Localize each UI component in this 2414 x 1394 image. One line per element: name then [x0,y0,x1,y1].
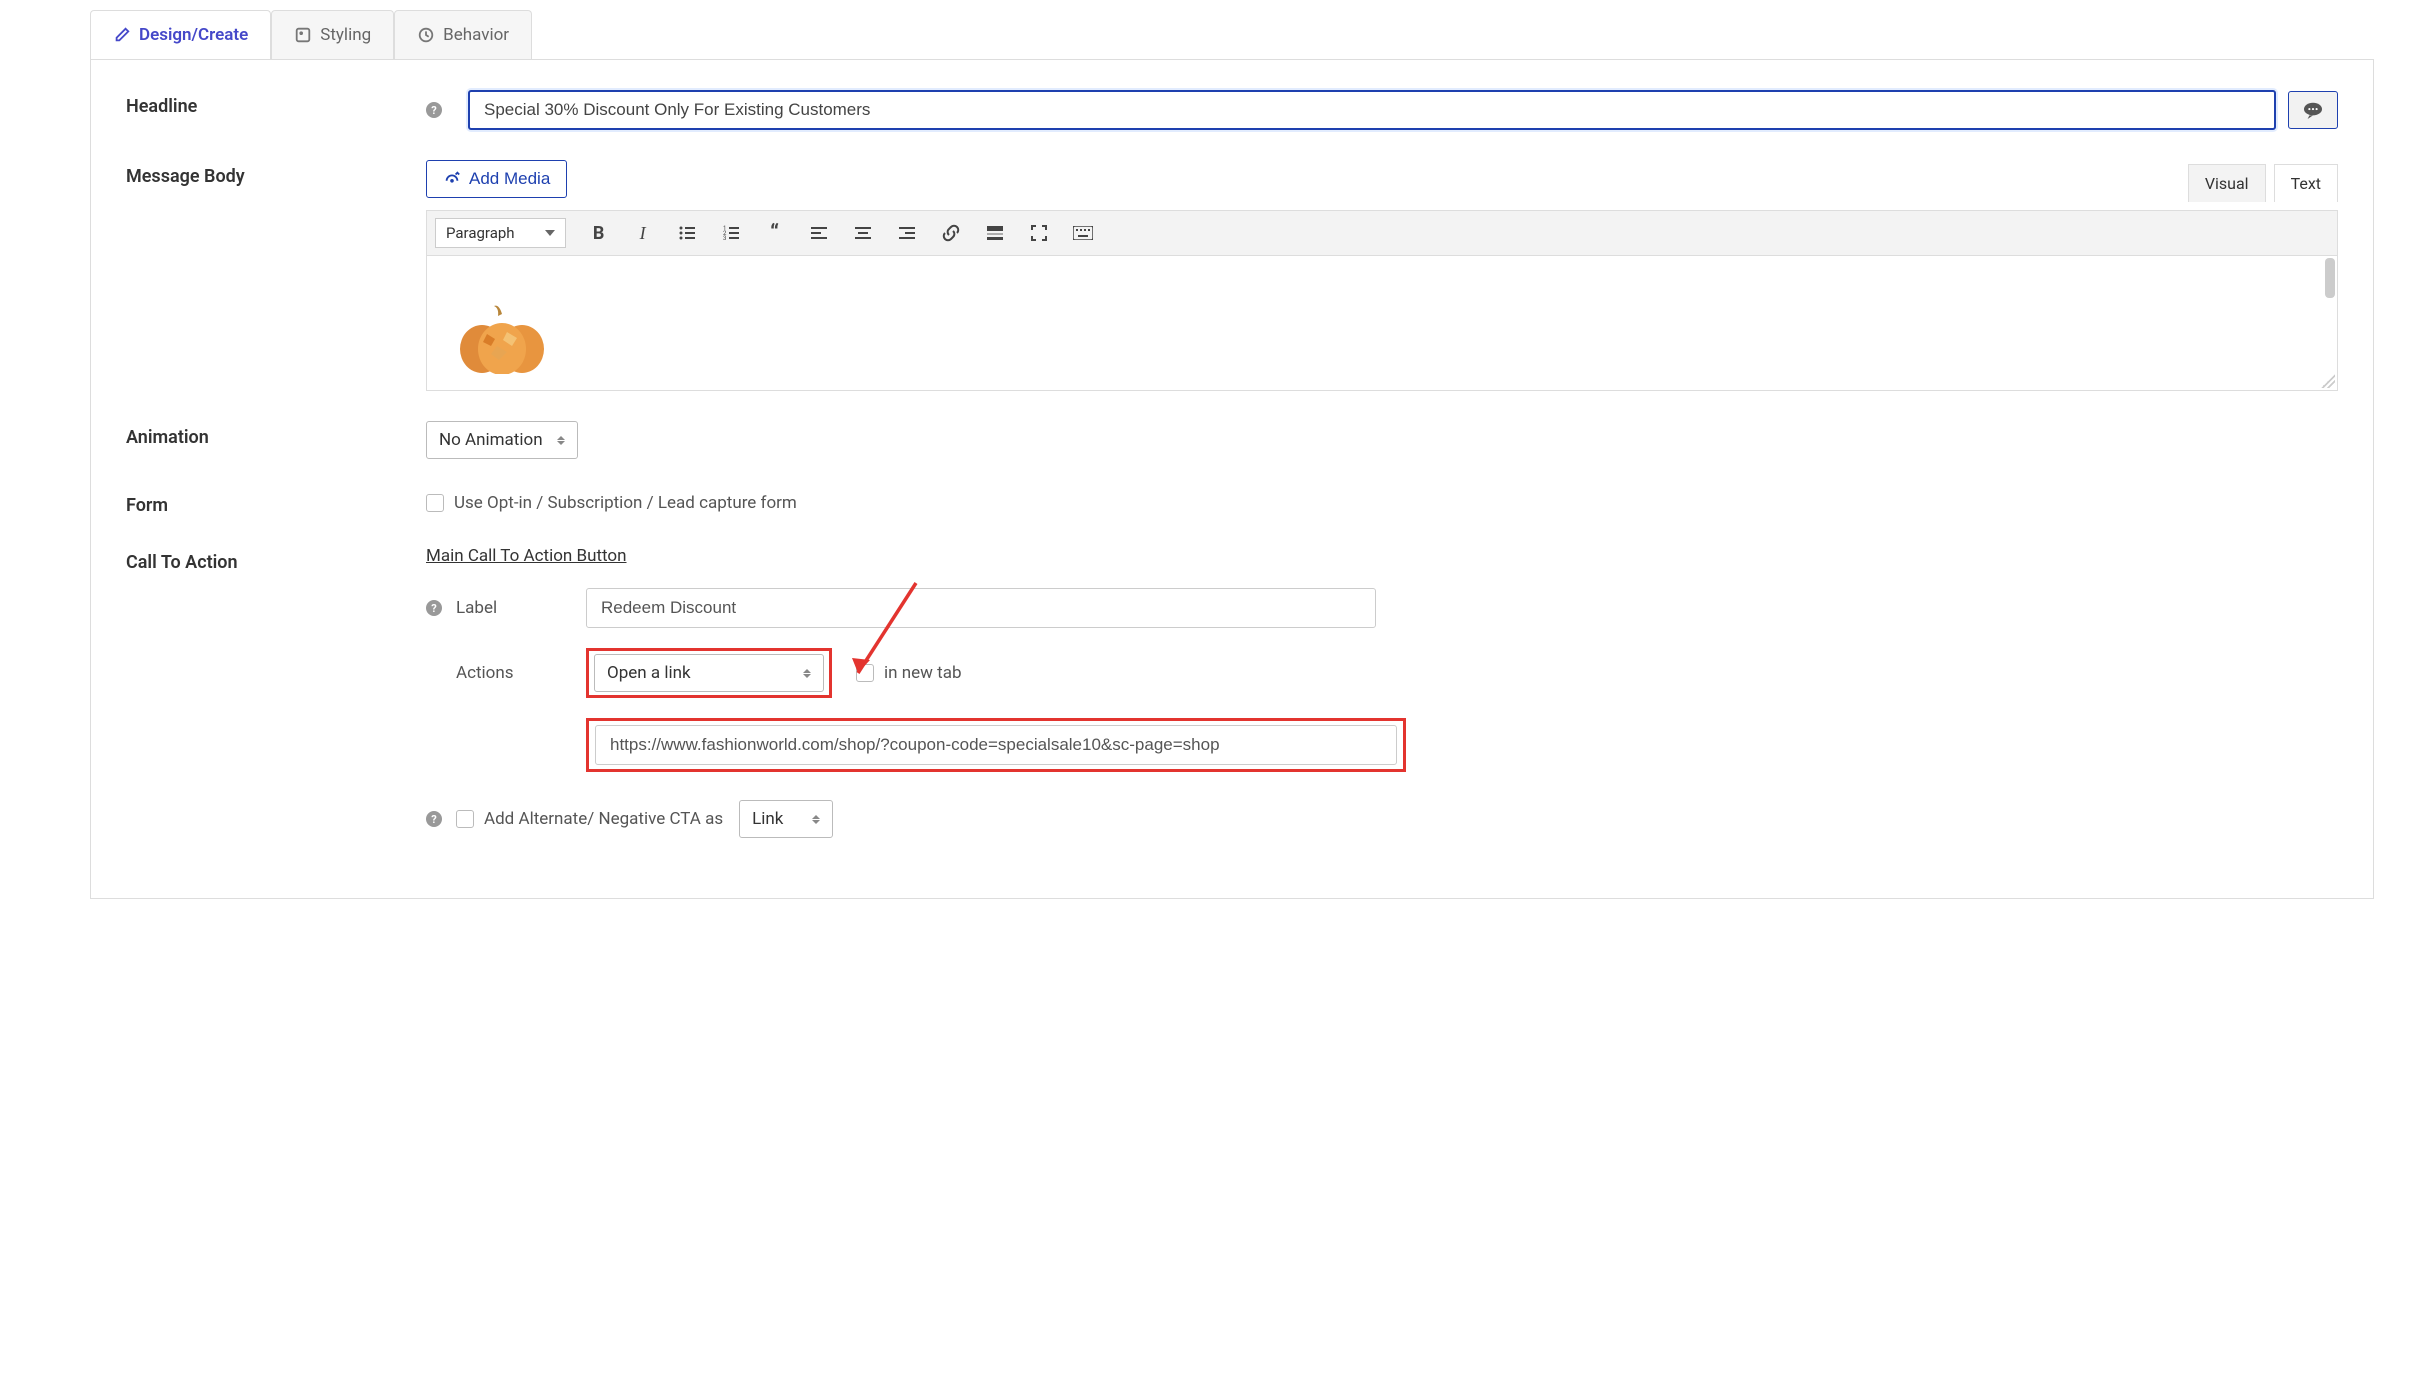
quote-button[interactable]: “ [764,222,786,244]
cta-label-label: Label [456,598,586,618]
keyboard-button[interactable] [1072,222,1094,244]
scrollbar-thumb[interactable] [2325,258,2335,298]
headline-label: Headline [126,90,426,130]
animation-select[interactable]: No Animation [426,421,578,459]
alt-cta-select[interactable]: Link [739,800,833,838]
new-tab-checkbox[interactable] [856,664,874,682]
design-panel: Headline ? Message Body Add Media [90,60,2374,899]
clock-icon [417,26,435,44]
editor-mode-visual[interactable]: Visual [2188,164,2266,202]
numbered-list-button[interactable]: 123 [720,222,742,244]
tab-design-create[interactable]: Design/Create [90,10,271,59]
bullet-list-button[interactable] [676,222,698,244]
tab-behavior[interactable]: Behavior [394,10,532,59]
editor-tabs: Design/Create Styling Behavior [90,10,2374,60]
cta-label-input[interactable] [586,588,1376,628]
form-optin-label: Use Opt-in / Subscription / Lead capture… [454,493,797,513]
cta-label: Call To Action [126,546,426,858]
edit-icon [113,26,131,44]
cta-section-title: Main Call To Action Button [426,546,627,566]
italic-button[interactable]: I [632,222,654,244]
fullscreen-button[interactable] [1028,222,1050,244]
cta-url-input[interactable] [595,725,1397,765]
help-icon[interactable]: ? [426,811,442,827]
bold-button[interactable]: B [588,222,610,244]
tab-label: Design/Create [139,25,248,45]
svg-text:3: 3 [723,235,726,242]
paragraph-select-label: Paragraph [446,224,515,242]
form-optin-checkbox[interactable] [426,494,444,512]
headline-input[interactable] [468,90,2276,130]
add-media-label: Add Media [469,169,550,189]
annotation-highlight-actions: Open a link [586,648,832,698]
add-media-button[interactable]: Add Media [426,160,567,198]
align-left-button[interactable] [808,222,830,244]
cta-actions-label: Actions [456,663,586,683]
animation-select-value: No Animation [439,430,543,450]
editor-mode-text[interactable]: Text [2274,164,2338,202]
read-more-button[interactable] [984,222,1006,244]
help-icon[interactable]: ? [426,102,442,118]
align-right-button[interactable] [896,222,918,244]
tab-label: Styling [320,25,371,45]
tab-label: Behavior [443,25,509,45]
annotation-highlight-url [586,718,1406,772]
align-center-button[interactable] [852,222,874,244]
cta-actions-select-value: Open a link [607,663,691,683]
alt-cta-select-value: Link [752,809,783,829]
chat-button[interactable] [2288,91,2338,129]
link-button[interactable] [940,222,962,244]
pumpkin-image [447,304,557,374]
alt-cta-checkbox[interactable] [456,810,474,828]
chat-icon [2302,101,2324,119]
tab-styling[interactable]: Styling [271,10,394,59]
cta-actions-select[interactable]: Open a link [594,654,824,692]
chevron-down-icon [545,230,555,236]
chevron-updown-icon [557,436,565,445]
animation-label: Animation [126,421,426,459]
chevron-updown-icon [803,669,811,678]
editor-body[interactable] [426,256,2338,391]
new-tab-label: in new tab [884,663,962,683]
editor-toolbar: Paragraph B I 123 “ [426,210,2338,256]
paragraph-select[interactable]: Paragraph [435,218,566,248]
media-icon [443,170,461,188]
form-label: Form [126,489,426,516]
help-icon[interactable]: ? [426,600,442,616]
resize-grip[interactable] [2321,374,2335,388]
message-body-label: Message Body [126,160,426,391]
alt-cta-label: Add Alternate/ Negative CTA as [484,809,723,829]
palette-icon [294,26,312,44]
chevron-updown-icon [812,815,820,824]
